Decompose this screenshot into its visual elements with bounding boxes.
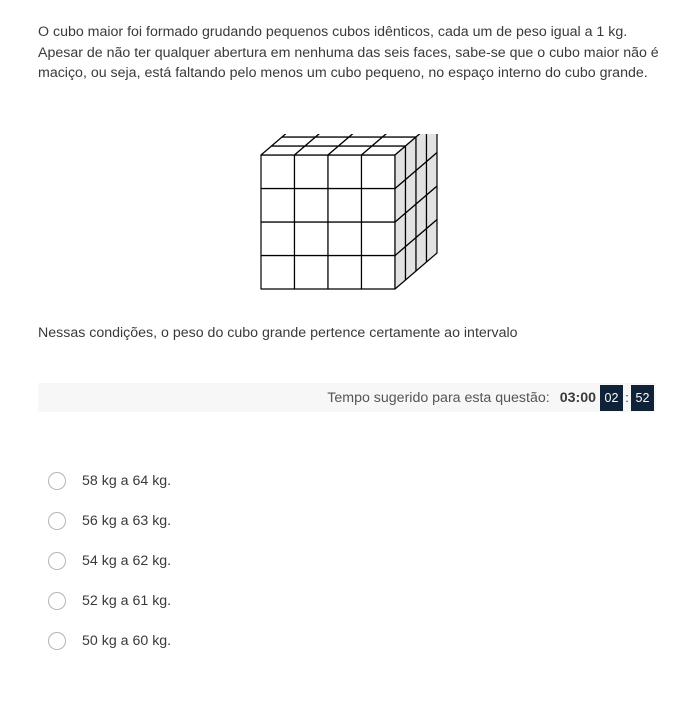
answer-option-e[interactable]: 50 kg a 60 kg. xyxy=(48,630,171,652)
answer-options: 58 kg a 64 kg. 56 kg a 63 kg. 54 kg a 62… xyxy=(48,470,171,670)
option-label[interactable]: 50 kg a 60 kg. xyxy=(82,633,171,649)
radio-button[interactable] xyxy=(48,552,66,570)
answer-option-d[interactable]: 52 kg a 61 kg. xyxy=(48,590,171,612)
front-cell xyxy=(260,187,296,223)
timer-separator: : xyxy=(625,390,629,405)
stacked-cubes-figure xyxy=(258,118,438,294)
timer-minutes: 02 xyxy=(600,384,623,411)
answer-option-a[interactable]: 58 kg a 64 kg. xyxy=(48,470,171,492)
radio-button[interactable] xyxy=(48,592,66,610)
front-cell xyxy=(260,154,296,190)
front-cell xyxy=(260,221,296,257)
timer-seconds: 52 xyxy=(631,384,654,411)
front-cell xyxy=(260,254,296,290)
front-cell xyxy=(360,154,396,190)
front-cell xyxy=(360,221,396,257)
radio-button[interactable] xyxy=(48,472,66,490)
front-cell xyxy=(327,154,363,190)
timer-bar: Tempo sugerido para esta questão: 03:00 … xyxy=(38,383,656,412)
front-cell xyxy=(327,254,363,290)
answer-option-c[interactable]: 54 kg a 62 kg. xyxy=(48,550,171,572)
option-label[interactable]: 52 kg a 61 kg. xyxy=(82,593,171,609)
timer-suggested-time: 03:00 xyxy=(559,389,596,406)
cube-illustration xyxy=(260,118,438,290)
answer-option-b[interactable]: 56 kg a 63 kg. xyxy=(48,510,171,532)
option-label[interactable]: 58 kg a 64 kg. xyxy=(82,473,171,489)
front-cell xyxy=(293,221,329,257)
timer-label: Tempo sugerido para esta questão: xyxy=(327,389,550,406)
front-cell xyxy=(360,254,396,290)
front-cell xyxy=(360,187,396,223)
option-label[interactable]: 56 kg a 63 kg. xyxy=(82,513,171,529)
radio-button[interactable] xyxy=(48,512,66,530)
front-cell xyxy=(327,221,363,257)
front-cell xyxy=(293,187,329,223)
front-cell xyxy=(293,154,329,190)
option-label[interactable]: 54 kg a 62 kg. xyxy=(82,553,171,569)
front-cell xyxy=(293,254,329,290)
question-prompt: Nessas condições, o peso do cubo grande … xyxy=(38,325,518,341)
question-statement: O cubo maior foi formado grudando pequen… xyxy=(38,24,659,81)
front-cell xyxy=(327,187,363,223)
radio-button[interactable] xyxy=(48,632,66,650)
